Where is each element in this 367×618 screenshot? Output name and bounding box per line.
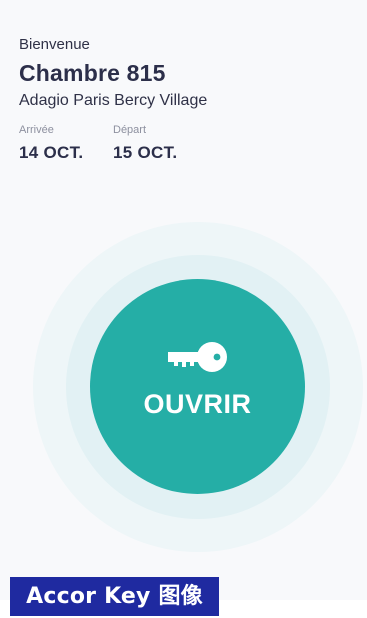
open-door-button[interactable]: OUVRIR bbox=[90, 279, 305, 494]
welcome-text: Bienvenue bbox=[19, 36, 90, 53]
key-screen: Bienvenue Chambre 815 Adagio Paris Bercy… bbox=[0, 0, 367, 600]
open-button-label: OUVRIR bbox=[143, 389, 252, 419]
key-icon bbox=[168, 342, 227, 372]
departure-label: Départ bbox=[113, 124, 147, 136]
departure-date: 15 OCT. bbox=[113, 143, 178, 162]
room-title: Chambre 815 bbox=[19, 60, 166, 86]
watermark-banner: Accor Key 图像 bbox=[10, 577, 219, 616]
hotel-name: Adagio Paris Bercy Village bbox=[19, 92, 208, 109]
arrival-date: 14 OCT. bbox=[19, 143, 84, 162]
arrival-label: Arrivée bbox=[19, 124, 54, 136]
